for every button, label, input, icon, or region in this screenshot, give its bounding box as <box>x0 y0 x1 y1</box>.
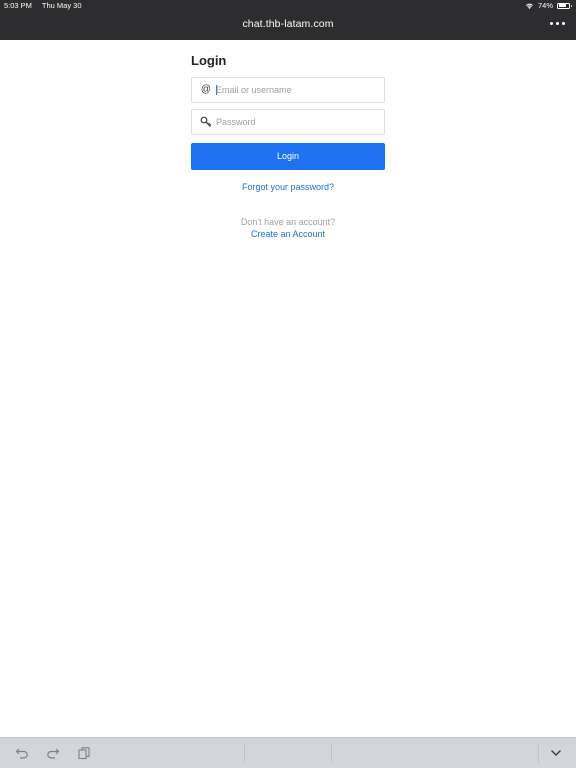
browser-top-bar: 5:03 PM Thu May 30 74% chat.thb-latam.co… <box>0 0 576 40</box>
no-account-text: Don't have an account? <box>240 217 336 227</box>
keyboard-bar-divider <box>538 744 539 763</box>
email-field[interactable]: @ <box>191 77 385 103</box>
ellipsis-icon[interactable] <box>550 22 565 25</box>
status-bar-left: 5:03 PM Thu May 30 <box>4 1 90 10</box>
paste-icon[interactable] <box>77 746 91 760</box>
password-field[interactable] <box>191 109 385 135</box>
forgot-password-link[interactable]: Forgot your password? <box>191 182 385 192</box>
status-time: 5:03 PM <box>4 1 32 10</box>
dismiss-keyboard-icon[interactable] <box>549 746 563 760</box>
battery-level-fill <box>558 4 566 7</box>
wifi-icon <box>525 3 533 9</box>
keyboard-shortcut-bar <box>0 737 576 768</box>
undo-icon[interactable] <box>15 746 29 760</box>
key-icon <box>200 116 212 128</box>
keyboard-bar-divider <box>244 744 245 763</box>
battery-percent: 74% <box>537 1 553 10</box>
create-account-link[interactable]: Create an Account <box>191 229 385 239</box>
keyboard-bar-divider <box>331 744 332 763</box>
login-form: Login @ Login Forgot your password? Don'… <box>191 53 385 239</box>
email-input[interactable] <box>216 78 376 102</box>
redo-icon[interactable] <box>46 746 60 760</box>
login-button[interactable]: Login <box>191 143 385 170</box>
at-icon: @ <box>200 84 212 95</box>
login-heading: Login <box>191 53 227 68</box>
status-date: Thu May 30 <box>41 1 82 10</box>
status-bar-right: 74% <box>525 1 572 10</box>
battery-icon <box>557 2 572 9</box>
password-input[interactable] <box>216 110 376 134</box>
page-title: chat.thb-latam.com <box>242 18 334 30</box>
